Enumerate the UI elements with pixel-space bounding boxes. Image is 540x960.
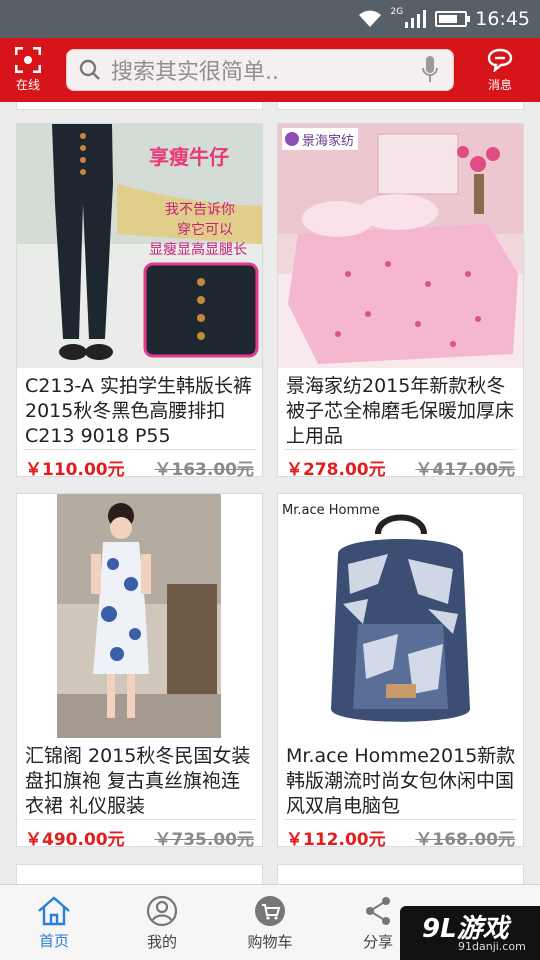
battery-icon [435,11,471,27]
search-input[interactable]: 搜索其实很简单.. [66,49,454,91]
product-title[interactable]: C213-A 实拍学生韩版长裤2015秋冬黑色高腰排扣 C213 9018 P5… [25,374,257,449]
product-card[interactable]: 享瘦牛仔 我不告诉你 穿它可以 显瘦显高显腿长 C213-A 实拍学生韩版长裤2… [16,123,263,480]
search-placeholder: 搜索其实很简单.. [111,60,279,85]
wifi-icon [358,10,381,27]
brand-logo-text: Mr.ace Homme [282,503,380,518]
divider [23,449,256,450]
partial-card-top-right[interactable] [277,102,524,110]
product-image-qipao[interactable] [17,494,262,738]
tab-home[interactable]: 首页 [0,885,108,960]
tab-cart[interactable]: 购物车 [216,885,324,960]
status-bar: 2G 16:45 [0,0,540,38]
image-text-headline: 享瘦牛仔 [149,145,229,169]
tab-profile[interactable]: 我的 [108,885,216,960]
microphone-icon[interactable] [421,55,439,85]
brand-logo-text: 景海家纺 [302,133,354,149]
watermark-site: 91danji.com [458,940,526,953]
product-original-price: ￥168.00元 [415,830,515,850]
product-price: ￥110.00元 [25,460,125,480]
product-card[interactable]: 景海家纺 景海家纺2015年新款秋冬被子芯全棉磨毛保暖加厚床上用品 ￥278.0… [277,123,524,480]
user-icon [146,895,178,926]
search-icon [79,59,100,80]
tab-profile-label: 我的 [146,932,177,951]
product-image-jeans[interactable]: 享瘦牛仔 我不告诉你 穿它可以 显瘦显高显腿长 [17,124,262,368]
product-card[interactable]: Mr.ace Homme Mr.ace Homme2015新款韩版潮流时尚女包休… [277,493,524,850]
partial-card-top-left[interactable] [16,102,263,110]
divider [284,819,517,820]
product-original-price: ￥735.00元 [154,830,254,850]
product-card[interactable]: 汇锦阁 2015秋冬民国女装 盘扣旗袍 复古真丝旗袍连衣裙 礼仪服装 ￥490.… [16,493,263,850]
product-original-price: ￥417.00元 [415,460,515,480]
divider [23,819,256,820]
messages-button[interactable]: 消息 [470,38,530,102]
product-image-bedding[interactable]: 景海家纺 [278,124,523,368]
app-header: 在线 搜索其实很简单.. 消息 [0,38,540,102]
home-icon [38,895,70,925]
clock: 16:45 [475,8,530,30]
scan-label: 在线 [15,78,40,92]
product-price: ￥490.00元 [25,830,125,850]
tab-home-label: 首页 [38,931,69,950]
network-type: 2G [390,7,404,17]
cart-icon [255,895,285,926]
signal-icon [405,10,427,28]
share-icon [366,896,390,925]
tab-cart-label: 购物车 [247,932,293,951]
image-text-line-3: 显瘦显高显腿长 [149,241,247,258]
product-title[interactable]: 汇锦阁 2015秋冬民国女装 盘扣旗袍 复古真丝旗袍连衣裙 礼仪服装 [25,744,257,819]
product-title[interactable]: 景海家纺2015年新款秋冬被子芯全棉磨毛保暖加厚床上用品 [286,374,518,449]
image-text-line-2: 穿它可以 [177,221,233,238]
image-text-line-1: 我不告诉你 [165,202,235,218]
tab-share-label: 分享 [362,932,393,951]
scan-icon [15,47,41,73]
product-price: ￥278.00元 [286,460,386,480]
chat-bubble-icon [487,48,513,72]
product-title[interactable]: Mr.ace Homme2015新款韩版潮流时尚女包休闲中国风双肩电脑包 [286,744,518,819]
site-watermark: 9L游戏 91danji.com [400,906,540,960]
product-original-price: ￥163.00元 [154,460,254,480]
product-image-backpack[interactable]: Mr.ace Homme [278,494,523,738]
scan-button[interactable]: 在线 [0,38,56,102]
product-price: ￥112.00元 [286,830,386,850]
messages-label: 消息 [487,77,512,92]
divider [284,449,517,450]
